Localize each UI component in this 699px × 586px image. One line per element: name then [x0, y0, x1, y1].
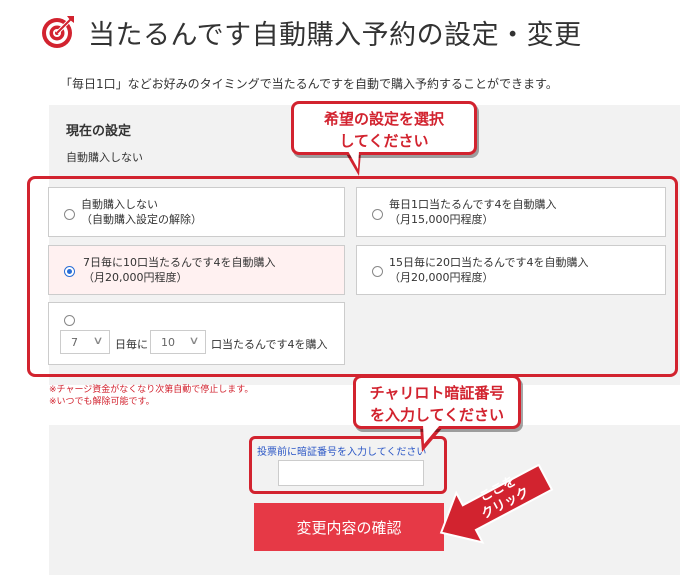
- notes: ※チャージ資金がなくなり次第自動で停止します。 ※いつでも解除可能です。: [49, 384, 253, 408]
- intro-text: 「毎日1口」などお好みのタイミングで当たるんですを自動で購入予約することができま…: [60, 77, 558, 91]
- note-cancel: ※いつでも解除可能です。: [49, 397, 155, 407]
- callout-select-setting: 希望の設定を選択 してください: [291, 101, 477, 155]
- target-icon: [40, 14, 76, 50]
- confirm-changes-button[interactable]: 変更内容の確認: [254, 503, 444, 551]
- callout-tail-inner: [348, 151, 359, 169]
- callout-line: チャリロト暗証番号: [369, 384, 505, 402]
- page-header: 当たるんです自動購入予約の設定・変更: [40, 12, 582, 52]
- current-setting-value: 自動購入しない: [66, 151, 143, 164]
- options-highlight-frame: [27, 176, 678, 377]
- page-title: 当たるんです自動購入予約の設定・変更: [88, 19, 582, 51]
- callout-line: してください: [339, 132, 429, 150]
- callout-line: 希望の設定を選択: [323, 110, 444, 128]
- pin-highlight-frame: [249, 436, 447, 494]
- callout-line: を入力してください: [369, 406, 505, 424]
- callout-tail-inner: [423, 425, 440, 444]
- callout-enter-pin: チャリロト暗証番号 を入力してください: [353, 375, 521, 429]
- current-setting-heading: 現在の設定: [66, 124, 132, 139]
- note-stop: ※チャージ資金がなくなり次第自動で停止します。: [49, 385, 254, 395]
